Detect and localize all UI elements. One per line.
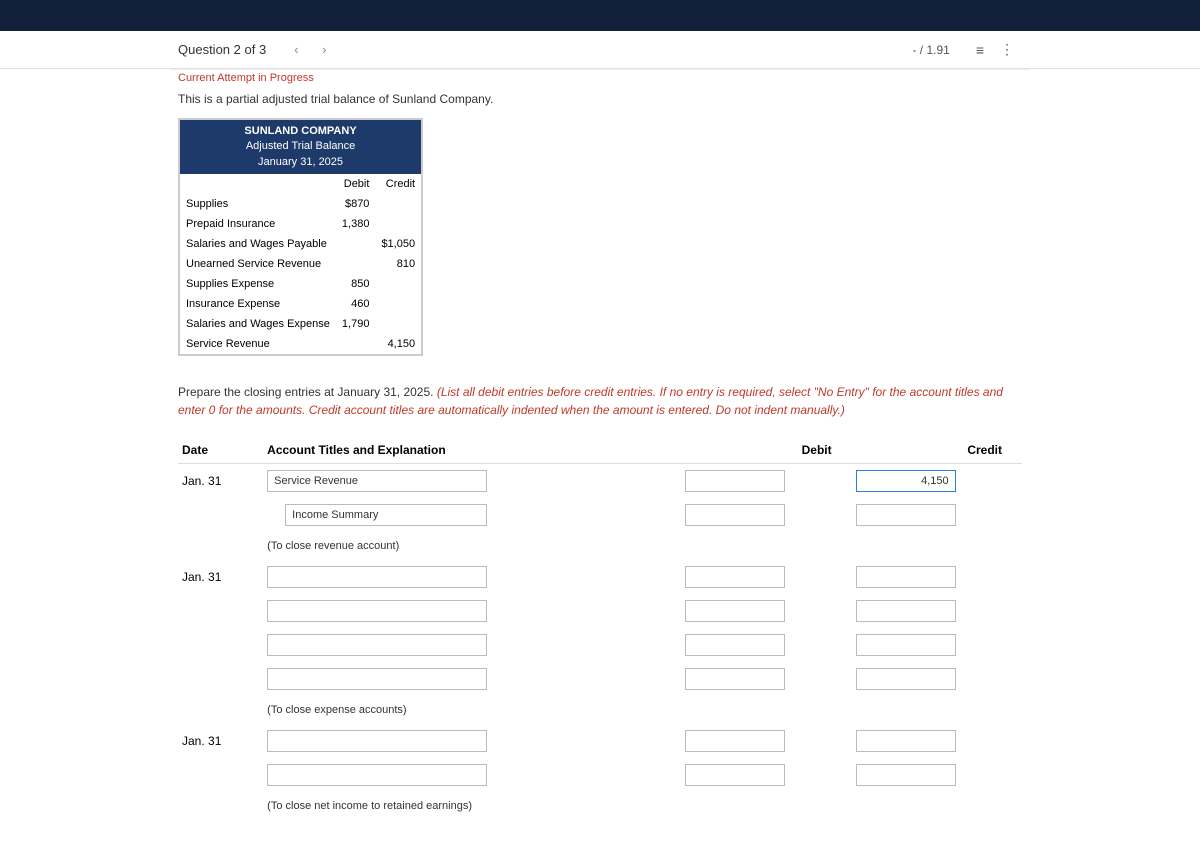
entry-note: (To close net income to retained earning… xyxy=(263,792,1022,820)
account-input[interactable] xyxy=(267,668,487,690)
tb-row: Unearned Service Revenue810 xyxy=(179,254,422,274)
credit-input[interactable] xyxy=(856,764,956,786)
intro-text: This is a partial adjusted trial balance… xyxy=(178,92,1022,106)
question-content: Current Attempt in Progress This is a pa… xyxy=(170,69,1030,850)
col-debit: Debit xyxy=(681,437,851,464)
attempt-status: Current Attempt in Progress xyxy=(178,70,1022,92)
account-input[interactable] xyxy=(267,634,487,656)
entry-date: Jan. 31 xyxy=(178,463,263,498)
top-app-bar xyxy=(0,0,1200,31)
more-icon[interactable]: ⋮ xyxy=(992,41,1022,58)
debit-input[interactable] xyxy=(685,634,785,656)
tb-col-credit: Credit xyxy=(375,174,422,194)
credit-input[interactable] xyxy=(856,470,956,492)
debit-input[interactable] xyxy=(685,566,785,588)
credit-input[interactable] xyxy=(856,600,956,622)
account-input[interactable] xyxy=(267,730,487,752)
trial-balance-table: SUNLAND COMPANY Adjusted Trial Balance J… xyxy=(178,118,423,356)
tb-company: SUNLAND COMPANY xyxy=(186,124,415,139)
tb-row: Service Revenue4,150 xyxy=(179,334,422,355)
col-date: Date xyxy=(178,437,263,464)
debit-input[interactable] xyxy=(685,504,785,526)
question-number: Question 2 of 3 xyxy=(178,42,266,57)
entry-date: Jan. 31 xyxy=(178,560,263,594)
debit-input[interactable] xyxy=(685,730,785,752)
tb-row: Prepaid Insurance1,380 xyxy=(179,214,422,234)
debit-input[interactable] xyxy=(685,764,785,786)
tb-col-debit: Debit xyxy=(336,174,376,194)
account-input[interactable] xyxy=(267,600,487,622)
account-input[interactable] xyxy=(285,504,487,526)
entry-note: (To close revenue account) xyxy=(263,532,1022,560)
credit-input[interactable] xyxy=(856,668,956,690)
question-header: Question 2 of 3 ‹ › - / 1.91 ≡ ⋮ xyxy=(0,31,1200,69)
credit-input[interactable] xyxy=(856,504,956,526)
debit-input[interactable] xyxy=(685,470,785,492)
col-credit: Credit xyxy=(852,437,1022,464)
col-account: Account Titles and Explanation xyxy=(263,437,681,464)
instructions: Prepare the closing entries at January 3… xyxy=(178,384,1022,419)
next-question-button[interactable]: › xyxy=(312,42,336,57)
tb-row: Salaries and Wages Payable$1,050 xyxy=(179,234,422,254)
score-display: - / 1.91 xyxy=(912,43,949,57)
credit-input[interactable] xyxy=(856,634,956,656)
tb-row: Supplies Expense850 xyxy=(179,274,422,294)
entry-note: (To close expense accounts) xyxy=(263,696,1022,724)
tb-row: Supplies$870 xyxy=(179,194,422,214)
tb-row: Salaries and Wages Expense1,790 xyxy=(179,314,422,334)
prev-question-button[interactable]: ‹ xyxy=(284,42,308,57)
tb-title: Adjusted Trial Balance xyxy=(186,139,415,154)
credit-input[interactable] xyxy=(856,566,956,588)
tb-row: Insurance Expense460 xyxy=(179,294,422,314)
account-input[interactable] xyxy=(267,470,487,492)
account-input[interactable] xyxy=(267,764,487,786)
debit-input[interactable] xyxy=(685,668,785,690)
debit-input[interactable] xyxy=(685,600,785,622)
instructions-text: Prepare the closing entries at January 3… xyxy=(178,385,437,399)
list-icon[interactable]: ≡ xyxy=(968,42,992,58)
tb-date: January 31, 2025 xyxy=(186,155,415,170)
closing-entries-table: Date Account Titles and Explanation Debi… xyxy=(178,437,1022,820)
credit-input[interactable] xyxy=(856,730,956,752)
account-input[interactable] xyxy=(267,566,487,588)
entry-date: Jan. 31 xyxy=(178,724,263,758)
